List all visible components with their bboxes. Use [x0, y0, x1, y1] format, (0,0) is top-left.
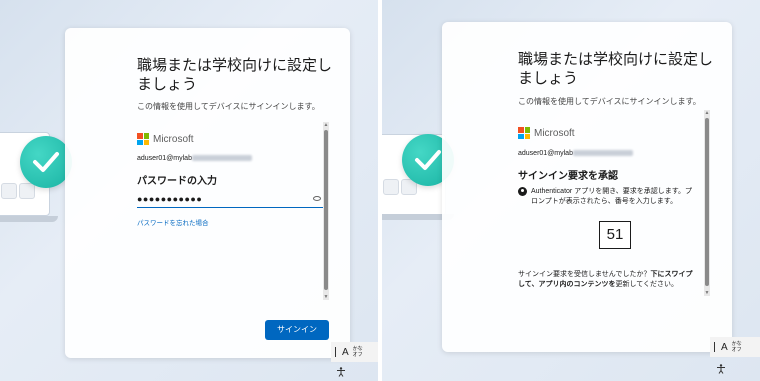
setup-card: 職場または学校向けに設定し ましょう この情報を使用してデバイスにサインインしま…: [65, 28, 350, 358]
forgot-password-link[interactable]: パスワードを忘れた場合: [137, 217, 209, 227]
scroll-thumb[interactable]: [324, 130, 328, 290]
password-input[interactable]: ●●●●●●●●●●●: [137, 192, 323, 208]
ime-kana: かな オフ: [352, 346, 363, 358]
scroll-thumb[interactable]: [705, 118, 709, 286]
password-heading: パスワードの入力: [137, 176, 217, 187]
ime-separator: [335, 347, 336, 357]
tile: [19, 183, 35, 199]
verification-number: 51: [599, 221, 631, 249]
scroll-up-icon[interactable]: ▲: [704, 110, 710, 116]
authenticator-icon: [518, 187, 527, 196]
ime-kana: かな オフ: [731, 341, 742, 353]
tile: [1, 183, 17, 199]
page-subtitle: この情報を使用してデバイスにサインインします。: [518, 97, 701, 106]
signin-button[interactable]: サインイン: [265, 320, 329, 340]
ime-mode: A: [342, 346, 349, 358]
scroll-up-icon[interactable]: ▲: [323, 122, 329, 128]
left-screenshot: 職場または学校向けに設定し ましょう この情報を使用してデバイスにサインインしま…: [0, 0, 378, 381]
retry-prompt[interactable]: サインイン要求を受信しませんでしたか？下にスワイプ して、アプリ内のコンテンツを…: [518, 270, 708, 290]
scroll-down-icon[interactable]: ▼: [704, 290, 710, 296]
approve-heading: サインイン要求を承認: [518, 171, 618, 182]
microsoft-logo-icon: Microsoft: [137, 133, 194, 145]
laptop-base: [0, 216, 58, 222]
page-subtitle: この情報を使用してデバイスにサインインします。: [137, 102, 320, 111]
account-email: aduser01@mylab: [137, 155, 252, 162]
setup-card: 職場または学校向けに設定し ましょう この情報を使用してデバイスにサインインしま…: [442, 22, 732, 352]
ime-indicator[interactable]: A かな オフ: [331, 342, 378, 362]
scroll-down-icon[interactable]: ▼: [323, 294, 329, 300]
page-title: 職場または学校向けに設定し ましょう: [137, 57, 333, 93]
password-mask: ●●●●●●●●●●●: [137, 194, 203, 204]
eye-icon[interactable]: [313, 196, 321, 201]
scrollbar[interactable]: ▲ ▼: [323, 122, 329, 300]
brand-name: Microsoft: [153, 133, 194, 145]
right-screenshot: 職場または学校向けに設定し ましょう この情報を使用してデバイスにサインインしま…: [382, 0, 760, 381]
ime-mode: A: [721, 341, 728, 353]
account-email: aduser01@mylab: [518, 150, 633, 157]
page-title: 職場または学校向けに設定し ましょう: [518, 51, 714, 87]
ime-separator: [714, 342, 715, 352]
tile: [383, 179, 399, 195]
accessibility-icon[interactable]: [716, 364, 726, 374]
accessibility-icon[interactable]: [336, 367, 346, 377]
microsoft-logo-icon: Microsoft: [518, 127, 575, 139]
auth-instruction: Authenticator アプリを開き、要求を承認します。プ ロンプトが表示さ…: [518, 187, 704, 207]
ime-indicator[interactable]: A かな オフ: [710, 337, 760, 357]
scrollbar[interactable]: ▲ ▼: [704, 110, 710, 296]
brand-name: Microsoft: [534, 127, 575, 139]
